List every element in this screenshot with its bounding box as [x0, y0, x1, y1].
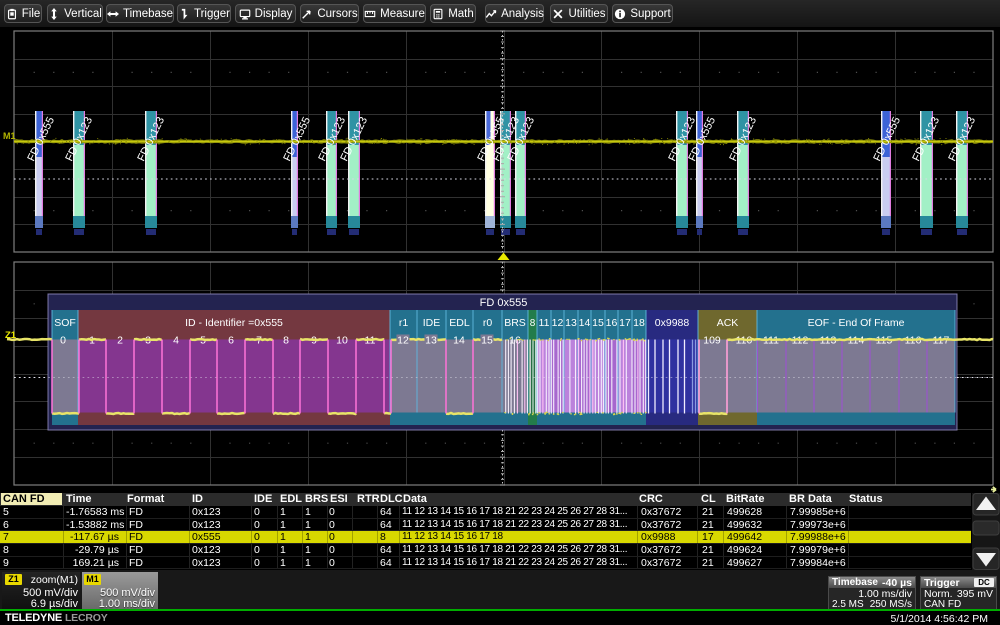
svg-text:2: 2: [117, 335, 123, 347]
svg-text:M1: M1: [3, 131, 16, 141]
svg-text:15: 15: [481, 335, 493, 347]
svg-text:BRS: BRS: [504, 317, 526, 329]
svg-text:13: 13: [425, 335, 437, 347]
svg-text:SOF: SOF: [54, 317, 76, 329]
svg-text:ACK: ACK: [717, 317, 739, 329]
svg-text:IDE: IDE: [423, 317, 441, 329]
svg-text:11: 11: [539, 317, 550, 329]
svg-text:10: 10: [336, 335, 348, 347]
svg-text:14: 14: [453, 335, 465, 347]
svg-text:Z1: Z1: [5, 330, 17, 341]
svg-text:8: 8: [530, 318, 536, 329]
svg-text:EDL: EDL: [449, 317, 470, 329]
svg-text:0x9988: 0x9988: [655, 317, 690, 329]
svg-text:EOF - End Of Frame: EOF - End Of Frame: [808, 317, 905, 329]
svg-text:17: 17: [619, 317, 631, 329]
svg-text:r0: r0: [483, 317, 492, 329]
svg-text:8: 8: [283, 335, 289, 347]
svg-text:14: 14: [579, 317, 591, 329]
svg-text:13: 13: [565, 317, 577, 329]
svg-text:12: 12: [397, 335, 409, 347]
svg-text:15: 15: [592, 317, 604, 329]
svg-text:6: 6: [228, 335, 234, 347]
svg-text:12: 12: [552, 317, 564, 329]
svg-text:109: 109: [703, 335, 721, 347]
svg-text:16: 16: [606, 317, 618, 329]
svg-text:ID - Identifier =0x555: ID - Identifier =0x555: [185, 317, 283, 329]
svg-text:0: 0: [60, 335, 66, 347]
svg-text:r1: r1: [399, 317, 408, 329]
svg-text:18: 18: [633, 317, 645, 329]
svg-text:4: 4: [173, 335, 179, 347]
svg-text:FD 0x555: FD 0x555: [480, 297, 528, 309]
